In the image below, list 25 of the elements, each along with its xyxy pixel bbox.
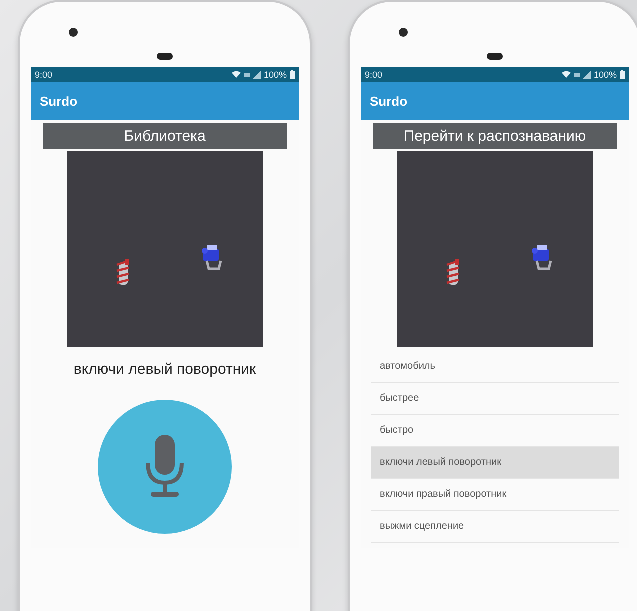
speaker-icon	[487, 53, 503, 60]
recognition-button[interactable]: Перейти к распознаванию	[373, 123, 617, 149]
app-title: Surdo	[370, 94, 408, 108]
battery-icon	[620, 70, 625, 79]
camera-icon	[69, 28, 78, 37]
signal-icon	[252, 70, 261, 78]
microphone-icon	[145, 435, 185, 499]
phrase-list-item[interactable]: выжми сцепление	[371, 511, 619, 543]
signal-icon	[582, 70, 591, 78]
phrase-list-item[interactable]: включи правый поворотник	[371, 479, 619, 511]
library-button[interactable]: Библиотека	[43, 123, 287, 149]
app-title: Surdo	[40, 94, 78, 108]
status-time: 9:00	[35, 70, 53, 80]
wifi-icon	[232, 71, 241, 78]
phrase-list-item[interactable]: быстрее	[371, 383, 619, 415]
recognized-phrase: включи левый поворотник	[74, 361, 256, 378]
battery-percent: 100%	[594, 70, 617, 80]
speaker-icon	[157, 53, 173, 60]
camera-icon	[399, 28, 408, 37]
battery-icon	[290, 70, 295, 79]
battery-percent: 100%	[264, 70, 287, 80]
wifi-icon	[562, 71, 571, 78]
phrase-list-item[interactable]: автомобиль	[371, 351, 619, 383]
status-time: 9:00	[365, 70, 383, 80]
phrase-list-item[interactable]: включи левый поворотник	[371, 447, 619, 479]
